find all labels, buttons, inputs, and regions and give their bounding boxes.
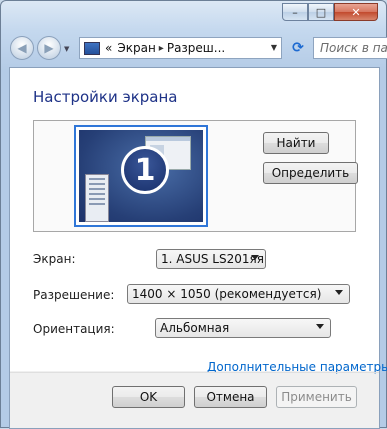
monitor-screen: 1: [79, 130, 203, 222]
orientation-label: Ориентация:: [33, 322, 115, 336]
breadcrumb-display[interactable]: Экран: [117, 41, 155, 55]
minimize-button[interactable]: –: [282, 3, 308, 21]
recent-pages-dropdown-icon[interactable]: ▼: [64, 45, 69, 53]
display-preview: 1 Найти Определить: [33, 120, 358, 232]
page-title: Настройки экрана: [33, 88, 178, 106]
display-select-value: 1. ASUS LS201яя: [161, 252, 264, 266]
ok-button[interactable]: OK: [112, 386, 185, 408]
forward-button[interactable]: ▶: [37, 36, 61, 60]
display-select[interactable]: 1. ASUS LS201яя: [156, 249, 266, 269]
resolution-select-value: 1400 × 1050 (рекомендуется): [132, 287, 322, 301]
address-prefix[interactable]: «: [105, 41, 112, 55]
address-bar[interactable]: « Экран ▸ Разреш... ▼: [79, 37, 282, 59]
divider: [10, 372, 379, 373]
chevron-down-icon: [335, 290, 343, 295]
caption-buttons: – □ ✕: [282, 3, 378, 21]
resolution-select[interactable]: 1400 × 1050 (рекомендуется): [127, 284, 350, 304]
resolution-label: Разрешение:: [33, 288, 115, 302]
chevron-down-icon: [316, 324, 324, 329]
cancel-button[interactable]: Отмена: [194, 386, 267, 408]
monitor-1[interactable]: 1: [74, 125, 208, 227]
maximize-button[interactable]: □: [308, 3, 334, 21]
navigation-bar: ◀ ▶ ▼ « Экран ▸ Разреш... ▼ ⟳ Поиск в па…: [1, 31, 387, 65]
close-button[interactable]: ✕: [334, 3, 378, 21]
display-label: Экран:: [33, 252, 76, 266]
monitor-panel-thumbnail: [85, 174, 109, 222]
identify-button[interactable]: Определить: [263, 162, 358, 184]
find-button[interactable]: Найти: [263, 132, 329, 154]
forward-arrow-icon: ▶: [44, 41, 54, 55]
back-arrow-icon: ◀: [17, 41, 27, 55]
address-dropdown-icon[interactable]: ▼: [271, 43, 277, 52]
breadcrumb-resolution[interactable]: Разреш...: [167, 41, 225, 55]
back-button[interactable]: ◀: [10, 36, 34, 60]
breadcrumb-separator-icon[interactable]: ▸: [159, 43, 164, 54]
search-placeholder: Поиск в пан: [320, 41, 387, 55]
refresh-icon: ⟳: [292, 40, 304, 56]
refresh-button[interactable]: ⟳: [287, 37, 309, 59]
control-panel-icon: [84, 41, 100, 55]
search-input[interactable]: Поиск в пан: [313, 37, 387, 59]
chevron-down-icon: [251, 255, 259, 260]
window: – □ ✕ ◀ ▶ ▼ « Экран ▸ Разреш... ▼ ⟳ Поис…: [0, 0, 387, 429]
orientation-select-value: Альбомная: [160, 321, 230, 335]
content-area: Настройки экрана 1 Найти Определить Экра…: [9, 67, 387, 429]
settings-panel: Настройки экрана 1 Найти Определить Экра…: [10, 68, 387, 374]
apply-button[interactable]: Применить: [276, 386, 357, 408]
monitor-number-badge: 1: [121, 146, 169, 194]
orientation-select[interactable]: Альбомная: [155, 318, 331, 338]
